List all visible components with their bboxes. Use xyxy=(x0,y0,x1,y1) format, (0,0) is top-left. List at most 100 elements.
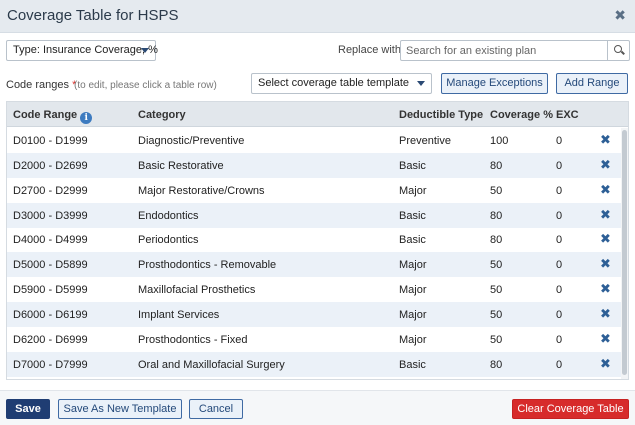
cell-category: Basic Restorative xyxy=(138,159,224,172)
add-range-button[interactable]: Add Range xyxy=(556,73,628,94)
dialog-title: Coverage Table for HSPS xyxy=(7,7,179,24)
delete-row-icon[interactable]: ✖ xyxy=(600,232,611,246)
dialog-titlebar: Coverage Table for HSPS ✖ xyxy=(0,0,635,33)
delete-row-icon[interactable]: ✖ xyxy=(600,356,611,371)
cell-exc: 0 xyxy=(556,333,563,346)
plan-search xyxy=(400,40,630,61)
table-row[interactable]: D4000 - D4999 Periodontics Basic 80 0 ✖ xyxy=(7,227,621,252)
column-header-coverage[interactable]: Coverage % xyxy=(490,109,553,121)
code-ranges-label: Code ranges * xyxy=(6,79,76,91)
cell-exc: 0 xyxy=(556,259,563,272)
table-row[interactable]: D7000 - D7999 Oral and Maxillofacial Surg… xyxy=(7,351,621,377)
table-row[interactable]: D5900 - D5999 Maxillofacial Prosthetics Ma… xyxy=(7,277,621,302)
cell-coverage: 50 xyxy=(490,333,503,346)
manage-exceptions-button[interactable]: Manage Exceptions xyxy=(441,73,548,94)
replace-with-label: Replace with xyxy=(338,44,401,56)
cell-deductible-type: Major xyxy=(399,333,427,346)
coverage-type-select-value: Type: Insurance Coverage, % xyxy=(13,44,158,56)
delete-row-icon[interactable]: ✖ xyxy=(600,207,611,222)
cell-exc: 0 xyxy=(556,284,563,297)
coverage-table: Code Range i Category Deductible Type Cov… xyxy=(6,101,629,380)
cell-coverage: 50 xyxy=(490,284,503,297)
caret-down-icon xyxy=(417,81,425,86)
cell-code-range: D6200 - D6999 xyxy=(13,333,88,346)
caret-down-icon xyxy=(141,48,149,53)
table-row[interactable]: D5000 - D5899 Prosthodontics - Removable M… xyxy=(7,252,621,278)
cell-category: Diagnostic/Preventive xyxy=(138,135,245,147)
delete-row-icon[interactable]: ✖ xyxy=(600,157,611,172)
column-header-code-range-label: Code Range xyxy=(13,109,78,121)
cell-exc: 0 xyxy=(556,234,563,247)
cell-deductible-type: Major xyxy=(399,308,427,321)
cell-deductible-type: Basic xyxy=(399,159,426,172)
cell-coverage: 50 xyxy=(490,184,503,197)
delete-row-icon[interactable]: ✖ xyxy=(600,182,611,197)
cell-exc: 0 xyxy=(556,184,563,197)
cell-coverage: 50 xyxy=(490,308,503,321)
cell-exc: 0 xyxy=(556,308,563,321)
delete-row-icon[interactable]: ✖ xyxy=(600,133,611,147)
save-button[interactable]: Save xyxy=(6,399,50,419)
table-header: Code Range i Category Deductible Type Cov… xyxy=(7,102,628,127)
cell-deductible-type: Basic xyxy=(399,234,426,247)
cell-coverage: 80 xyxy=(490,358,503,371)
delete-row-icon[interactable]: ✖ xyxy=(600,331,611,346)
column-header-deductible-type[interactable]: Deductible Type xyxy=(399,109,483,121)
cell-exc: 0 xyxy=(556,159,563,172)
column-header-code-range[interactable]: Code Range i xyxy=(13,109,93,124)
cell-coverage: 80 xyxy=(490,234,503,247)
cell-exc: 0 xyxy=(556,209,563,222)
table-row[interactable]: D0100 - D1999 Diagnostic/Preventive Preven… xyxy=(7,128,621,153)
cell-code-range: D5000 - D5899 xyxy=(13,259,88,272)
cancel-button[interactable]: Cancel xyxy=(189,399,243,419)
cell-category: Oral and Maxillofacial Surgery xyxy=(138,358,285,371)
cell-deductible-type: Major xyxy=(399,259,427,272)
table-row[interactable]: D6200 - D6999 Prosthodontics - Fixed Major… xyxy=(7,327,621,352)
cell-deductible-type: Preventive xyxy=(399,135,451,147)
cell-code-range: D4000 - D4999 xyxy=(13,234,88,247)
cell-category: Endodontics xyxy=(138,209,199,222)
cell-exc: 0 xyxy=(556,135,563,147)
cell-category: Maxillofacial Prosthetics xyxy=(138,284,256,297)
cell-category: Major Restorative/Crowns xyxy=(138,184,265,197)
info-icon[interactable]: i xyxy=(80,112,93,124)
table-row[interactable]: D6000 - D6199 Implant Services Major 50 0 ✖ xyxy=(7,301,621,327)
search-icon-handle xyxy=(621,50,625,55)
cell-deductible-type: Basic xyxy=(399,358,426,371)
plan-search-input[interactable] xyxy=(401,41,606,60)
cell-code-range: D6000 - D6199 xyxy=(13,308,88,321)
code-ranges-hint: (to edit, please click a table row) xyxy=(74,80,217,91)
coverage-type-select[interactable]: Type: Insurance Coverage, % xyxy=(6,40,158,61)
cell-code-range: D0100 - D1999 xyxy=(13,135,88,147)
column-header-category[interactable]: Category xyxy=(138,109,186,121)
search-button[interactable] xyxy=(607,41,629,60)
template-select-value: Select coverage table template xyxy=(258,77,410,89)
cell-coverage: 80 xyxy=(490,159,503,172)
cell-deductible-type: Major xyxy=(399,284,427,297)
cell-category: Periodontics xyxy=(138,234,199,247)
close-icon[interactable]: ✖ xyxy=(614,8,626,22)
delete-row-icon[interactable]: ✖ xyxy=(600,257,611,271)
column-header-exc[interactable]: EXC xyxy=(556,109,579,121)
delete-row-icon[interactable]: ✖ xyxy=(600,306,611,321)
cell-category: Implant Services xyxy=(138,308,220,321)
cell-code-range: D2000 - D2699 xyxy=(13,159,88,172)
delete-row-icon[interactable]: ✖ xyxy=(600,282,611,296)
table-row[interactable]: D2000 - D2699 Basic Restorative Basic 80 0 ✖ xyxy=(7,152,621,178)
template-select[interactable]: Select coverage table template xyxy=(251,73,432,94)
cell-coverage: 50 xyxy=(490,259,503,272)
cell-coverage: 80 xyxy=(490,209,503,222)
save-as-new-template-button[interactable]: Save As New Template xyxy=(58,399,182,419)
cell-category: Prosthodontics - Removable xyxy=(138,259,277,272)
cell-code-range: D5900 - D5999 xyxy=(13,284,88,297)
cell-deductible-type: Major xyxy=(399,184,427,197)
table-scrollbar-thumb[interactable] xyxy=(622,130,627,375)
code-ranges-label-text: Code ranges xyxy=(6,79,69,91)
table-row[interactable]: D3000 - D3999 Endodontics Basic 80 0 ✖ xyxy=(7,202,621,228)
table-row[interactable]: D2700 - D2999 Major Restorative/Crowns Maj… xyxy=(7,178,621,203)
cell-category: Prosthodontics - Fixed xyxy=(138,333,248,346)
cell-exc: 0 xyxy=(556,358,563,371)
table-scrollbar[interactable] xyxy=(621,128,628,379)
clear-coverage-table-button[interactable]: Clear Coverage Table xyxy=(512,399,629,419)
cell-code-range: D7000 - D7999 xyxy=(13,358,88,371)
